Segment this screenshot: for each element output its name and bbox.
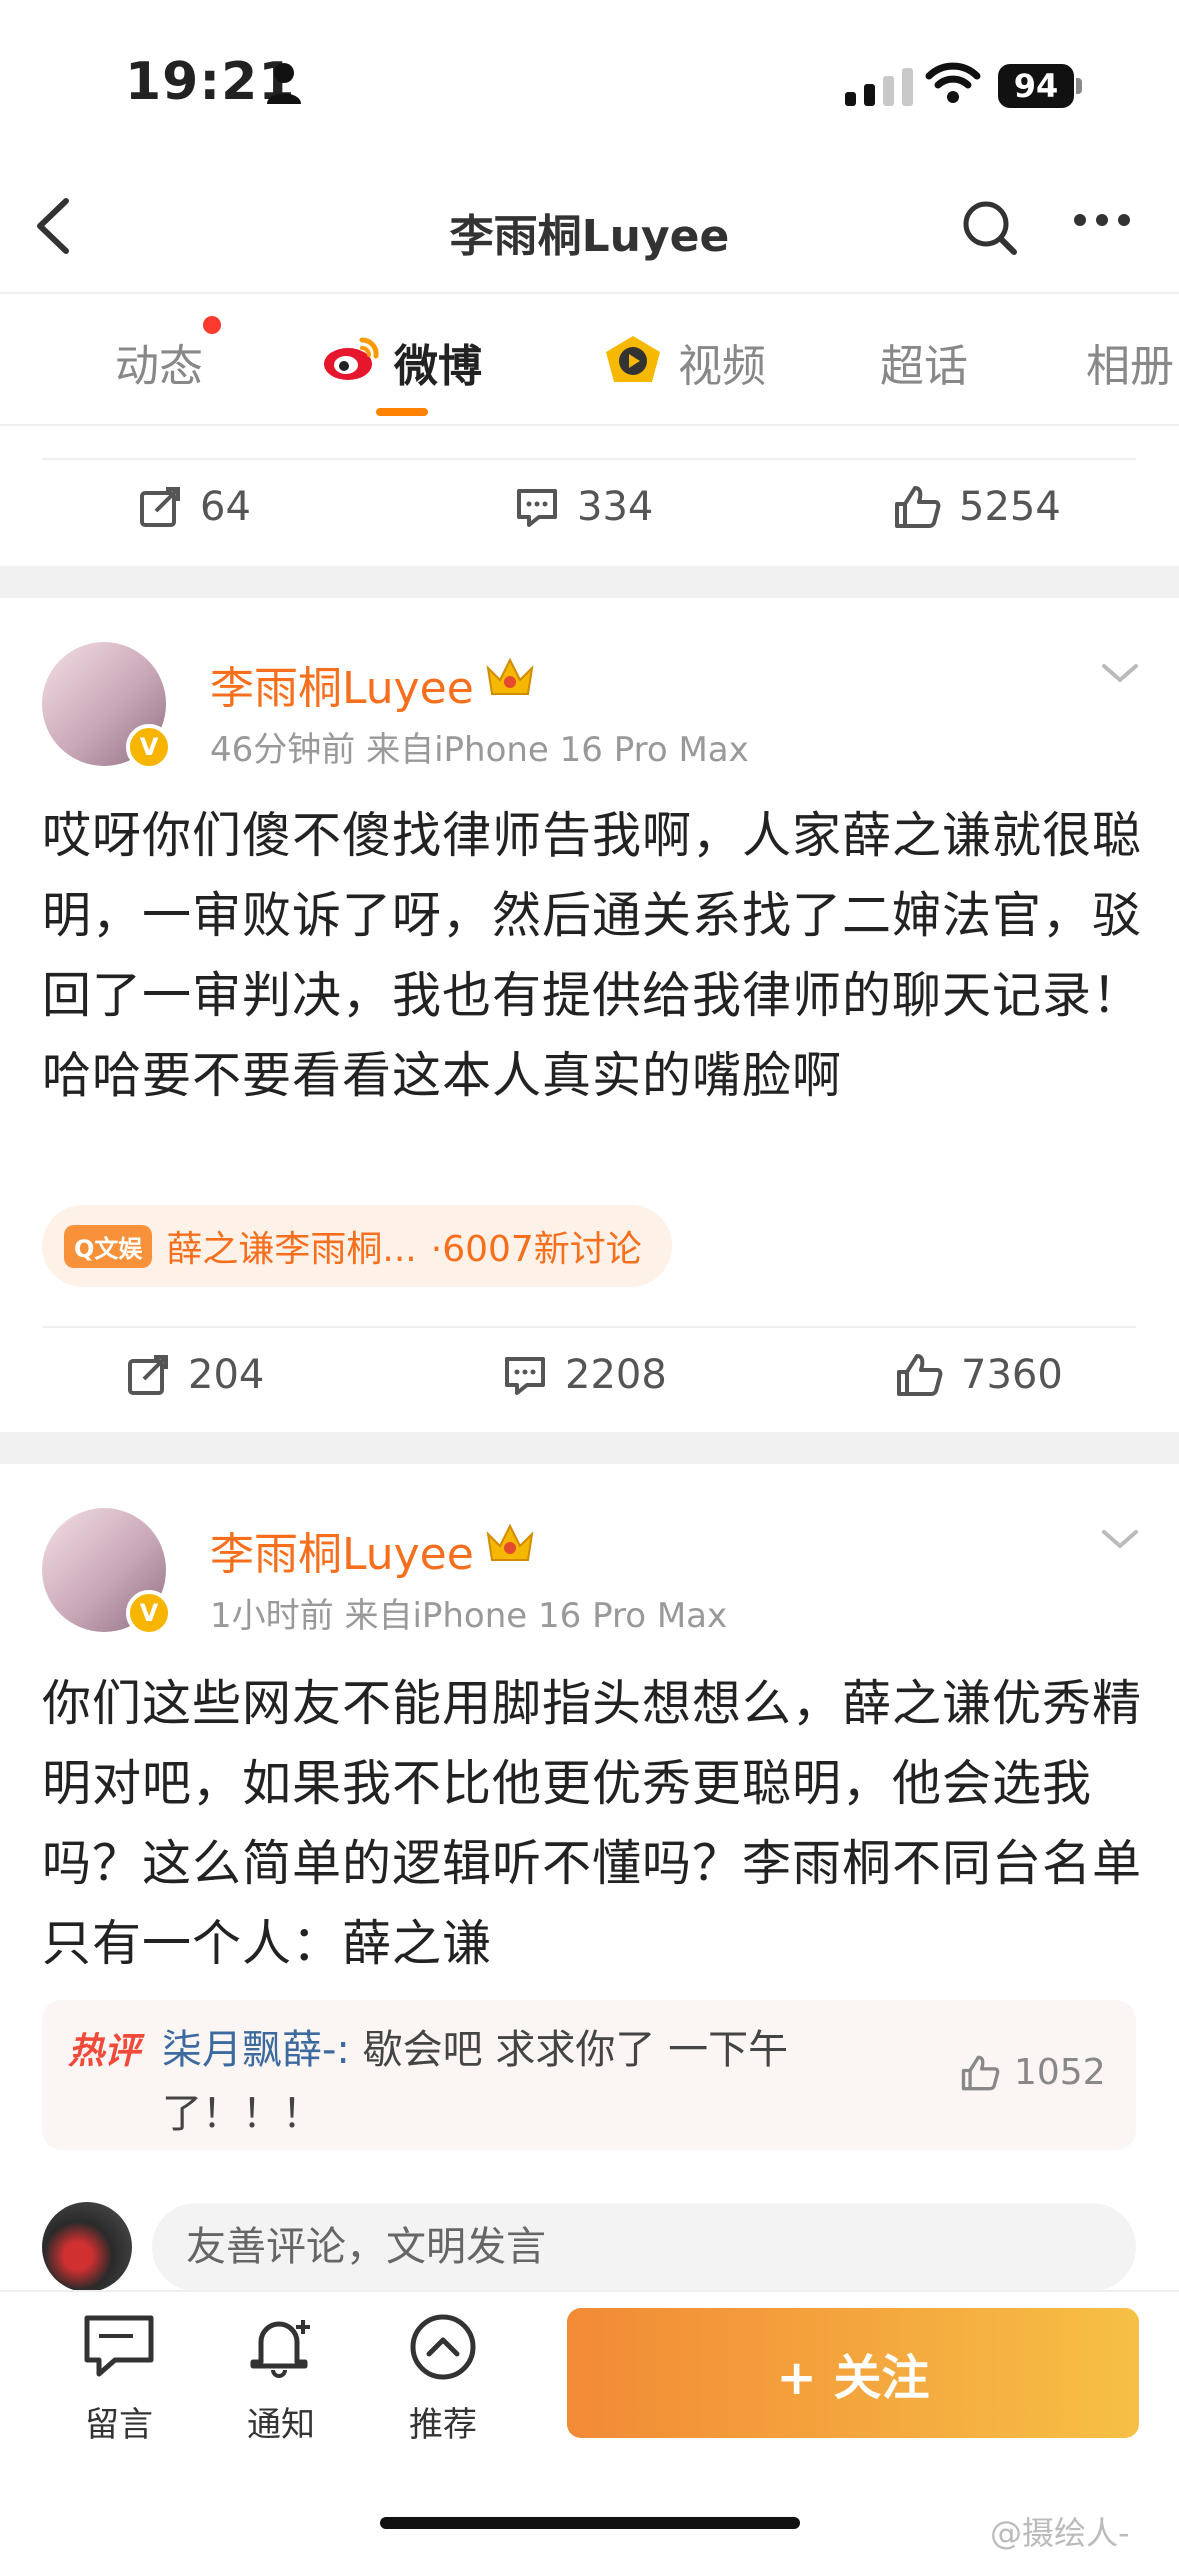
topic-link[interactable]: Q文娱 薛之谦李雨桐... ·6007新讨论 — [42, 1205, 672, 1287]
crown-vip-icon — [486, 1523, 534, 1561]
comment-icon — [517, 489, 557, 527]
topic-title: 薛之谦李雨桐... — [166, 1229, 417, 1270]
comment-count: 334 — [577, 484, 654, 530]
message-button[interactable]: 留言 — [54, 2312, 184, 2446]
repost-button[interactable]: 204 — [126, 1352, 264, 1398]
row-divider — [42, 458, 1136, 460]
notify-label: 通知 — [247, 2405, 315, 2445]
cellular-signal-icon — [845, 68, 913, 106]
home-indicator[interactable] — [380, 2517, 800, 2529]
thumbs-up-icon — [895, 486, 941, 528]
like-count: 7360 — [961, 1352, 1063, 1398]
chevron-down-icon[interactable] — [1100, 662, 1140, 686]
active-tab-indicator — [376, 408, 428, 416]
tab-album[interactable]: 相册 — [1086, 330, 1174, 394]
post-meta: 46分钟前 来自iPhone 16 Pro Max — [210, 730, 749, 770]
message-label: 留言 — [85, 2405, 153, 2445]
verified-badge-icon: V — [126, 1590, 172, 1636]
post-username[interactable]: 李雨桐Luyee — [210, 652, 474, 716]
topic-category-tag: Q文娱 — [64, 1224, 153, 1268]
chevron-down-icon[interactable] — [1100, 1528, 1140, 1552]
recommend-label: 推荐 — [409, 2405, 477, 2445]
repost-icon — [140, 487, 180, 527]
tab-feed[interactable]: 动态 — [115, 330, 203, 394]
notification-dot — [203, 316, 221, 334]
battery-cap — [1076, 78, 1082, 94]
hot-comment-text: 柒月飘薛-: 歇会吧 求求你了 一下午了！！！ — [162, 2018, 922, 2146]
verified-badge-icon: V — [126, 724, 172, 770]
notify-button[interactable]: 通知 — [216, 2312, 346, 2446]
thumbs-up-icon — [961, 2055, 1000, 2090]
like-button[interactable]: 5254 — [893, 484, 1061, 530]
comment-input[interactable]: 友善评论，文明发言 — [152, 2203, 1136, 2291]
post-username[interactable]: 李雨桐Luyee — [210, 1518, 474, 1582]
chevron-up-circle-icon — [410, 2314, 476, 2380]
tab-super-topic[interactable]: 超话 — [880, 330, 968, 394]
search-icon[interactable] — [960, 198, 1020, 258]
tab-weibo[interactable]: 微博 — [394, 330, 482, 394]
comment-button[interactable]: 2208 — [503, 1352, 667, 1398]
post-meta: 1小时前 来自iPhone 16 Pro Max — [210, 1596, 728, 1636]
repost-count: 64 — [200, 484, 251, 530]
post-text: 哎呀你们傻不傻找律师告我啊，人家薛之谦就很聪明，一审败诉了呀，然后通关系找了二婶… — [42, 807, 1143, 1104]
nav-divider — [0, 292, 1179, 294]
like-count: 5254 — [959, 484, 1061, 530]
comment-count: 2208 — [565, 1352, 667, 1398]
crown-vip-icon — [486, 657, 534, 695]
weibo-logo-icon — [324, 337, 379, 380]
recommend-button[interactable]: 推荐 — [378, 2312, 508, 2446]
person-icon — [267, 63, 301, 104]
watermark: @摄绘人- — [990, 2514, 1130, 2552]
comment-icon — [505, 1357, 545, 1395]
message-icon — [84, 2315, 154, 2377]
more-options-icon[interactable] — [1072, 210, 1132, 230]
hot-comment-like[interactable]: 1052 — [960, 2052, 1106, 2093]
comment-button[interactable]: 334 — [515, 484, 653, 530]
thumbs-up-icon — [897, 1354, 943, 1396]
repost-icon — [128, 1355, 168, 1395]
bell-plus-icon — [250, 2320, 310, 2378]
tab-video[interactable]: 视频 — [678, 330, 766, 394]
hot-comment-like-count: 1052 — [1014, 2052, 1106, 2093]
section-gap — [0, 566, 1179, 598]
hot-comment-user[interactable]: 柒月飘薛-: — [162, 2027, 350, 2073]
post-text: 你们这些网友不能用脚指头想想么，薛之谦优秀精明对吧，如果我不比他更优秀更聪明，他… — [42, 1675, 1143, 1972]
battery-indicator: 94 — [998, 64, 1074, 108]
repost-button[interactable]: 64 — [138, 484, 251, 530]
topic-discussion-count: ·6007新讨论 — [430, 1229, 642, 1270]
hot-comment-label: 热评 — [68, 2031, 141, 2072]
section-gap — [0, 1432, 1179, 1464]
row-divider — [42, 1326, 1136, 1328]
repost-count: 204 — [188, 1352, 265, 1398]
follow-button[interactable]: + 关注 — [567, 2308, 1139, 2438]
my-avatar — [42, 2202, 132, 2292]
tabs-divider — [0, 424, 1179, 426]
wifi-icon — [925, 62, 981, 103]
like-button[interactable]: 7360 — [895, 1352, 1063, 1398]
video-icon — [606, 336, 660, 382]
